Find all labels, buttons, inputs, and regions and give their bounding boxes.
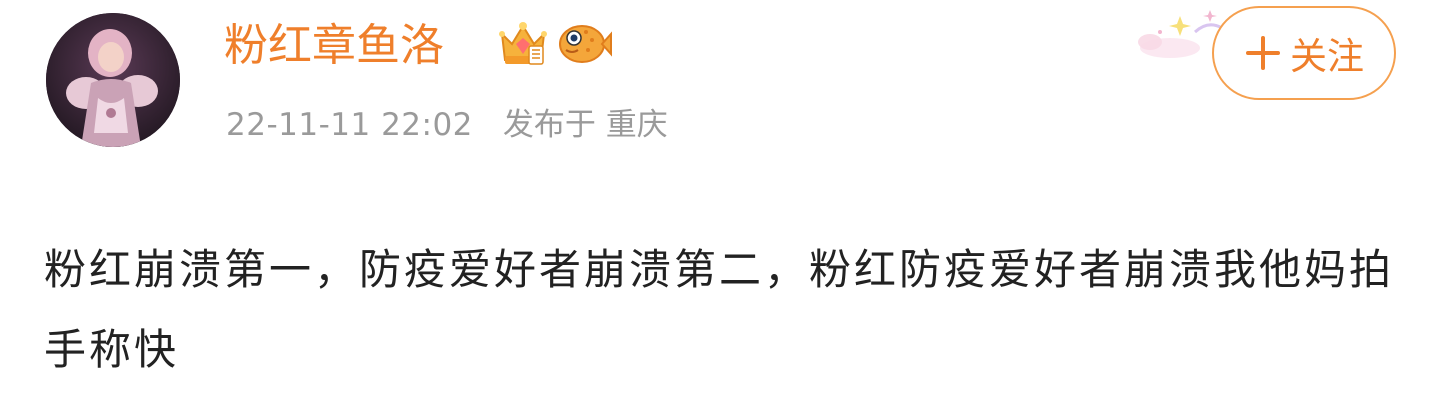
avatar[interactable] <box>46 13 180 147</box>
post-text: 粉红崩溃第一，防疫爱好者崩溃第二，粉红防疫爱好者崩溃我他妈拍手称快 <box>44 245 1395 374</box>
pufferfish-icon[interactable] <box>556 16 612 70</box>
crown-vip-icon[interactable] <box>496 16 550 70</box>
follow-button[interactable]: 关注 <box>1212 6 1396 100</box>
plus-icon <box>1244 34 1282 72</box>
avatar-image <box>46 13 180 147</box>
follow-button-label: 关注 <box>1290 35 1364 78</box>
post-meta: 22-11-11 22:02 发布于 重庆 <box>226 103 668 147</box>
post-date: 22-11-11 22:02 <box>226 107 473 143</box>
username[interactable]: 粉红章鱼洛 <box>224 18 444 74</box>
post-location: 发布于 重庆 <box>502 107 668 143</box>
